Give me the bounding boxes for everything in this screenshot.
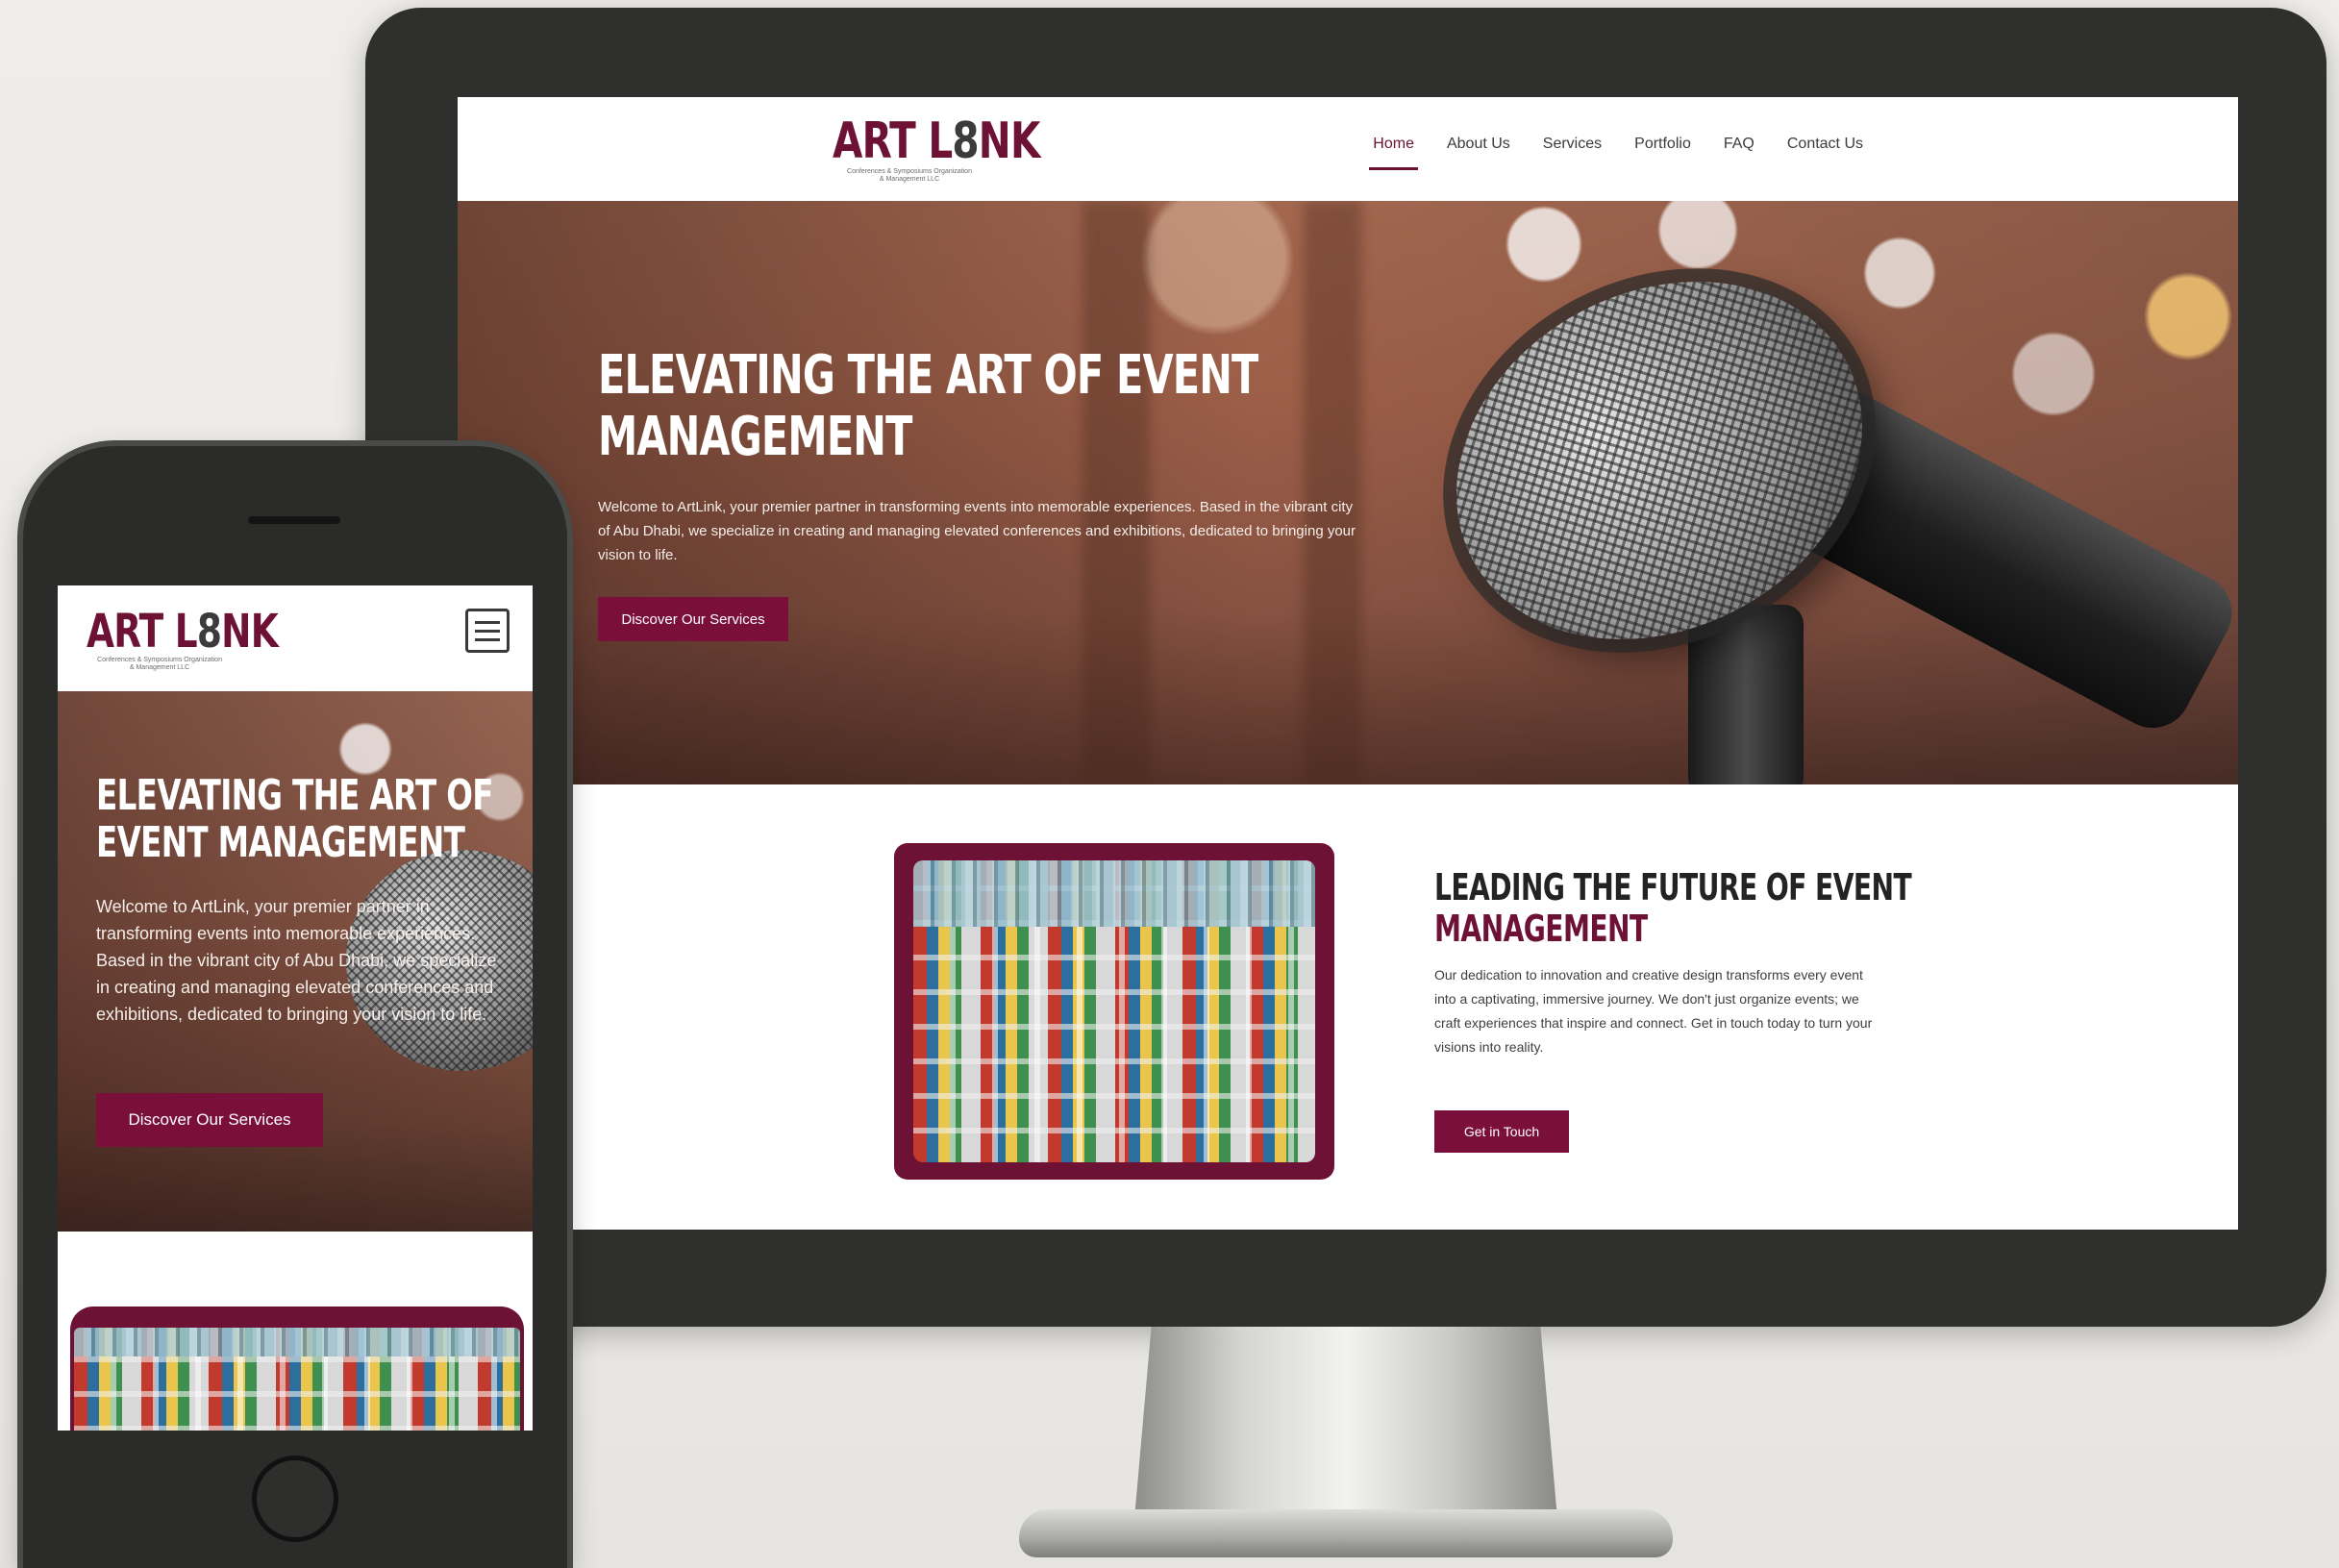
nav-item-services[interactable]: Services xyxy=(1543,136,1602,170)
mobile-hero-section: ELEVATING THE ART OF EVENT MANAGEMENT We… xyxy=(58,691,533,1232)
monitor-stand-base xyxy=(1019,1509,1673,1557)
desktop-header: ART L8NK Conferences & Symposiums Organi… xyxy=(458,97,2238,201)
section-title: LEADING THE FUTURE OF EVENT MANAGEMENT xyxy=(1434,866,1912,950)
mobile-logo[interactable]: ART L8NK Conferences & Symposiums Organi… xyxy=(87,605,279,672)
discover-services-button[interactable]: Discover Our Services xyxy=(598,597,788,641)
logo-tagline: Conferences & Symposiums Organization & … xyxy=(97,657,222,672)
get-in-touch-button[interactable]: Get in Touch xyxy=(1434,1110,1569,1153)
phone-speaker xyxy=(248,516,340,524)
exhibition-hall-image xyxy=(74,1328,520,1431)
nav-item-faq[interactable]: FAQ xyxy=(1724,136,1754,170)
mobile-discover-services-button[interactable]: Discover Our Services xyxy=(96,1093,323,1147)
nav-item-contact-us[interactable]: Contact Us xyxy=(1787,136,1863,170)
microphone-stand-image xyxy=(1688,605,1804,784)
phone-home-button xyxy=(252,1456,338,1542)
hero-title: ELEVATING THE ART OF EVENT MANAGEMENT xyxy=(598,344,1258,469)
mobile-exhibition-image-frame xyxy=(70,1307,524,1431)
hero-section: ELEVATING THE ART OF EVENT MANAGEMENT We… xyxy=(458,201,2238,784)
background-pillar xyxy=(1082,201,1150,784)
nav-item-home[interactable]: Home xyxy=(1369,136,1418,170)
mobile-hero-description: Welcome to ArtLink, your premier partner… xyxy=(96,897,497,1024)
nav-item-portfolio[interactable]: Portfolio xyxy=(1634,136,1691,170)
exhibition-image-frame xyxy=(894,843,1334,1180)
mobile-phone-frame: ART L8NK Conferences & Symposiums Organi… xyxy=(23,446,567,1568)
about-section: LEADING THE FUTURE OF EVENT MANAGEMENT O… xyxy=(458,784,2238,1230)
mobile-about-section xyxy=(58,1232,533,1431)
desktop-screen: ART L8NK Conferences & Symposiums Organi… xyxy=(458,97,2238,1230)
hamburger-menu-icon[interactable] xyxy=(465,609,510,653)
hero-description: Welcome to ArtLink, your premier partner… xyxy=(598,499,1356,563)
mobile-screen: ART L8NK Conferences & Symposiums Organi… xyxy=(58,585,533,1431)
mobile-header: ART L8NK Conferences & Symposiums Organi… xyxy=(58,585,533,691)
logo-wordmark: ART L8NK xyxy=(87,605,279,659)
monitor-stand-neck xyxy=(1134,1327,1557,1519)
microphone-head-image xyxy=(1393,212,1926,709)
logo[interactable]: ART L8NK Conferences & Symposiums Organi… xyxy=(833,112,1040,184)
nav-item-about-us[interactable]: About Us xyxy=(1447,136,1510,170)
mobile-hero-title: ELEVATING THE ART OF EVENT MANAGEMENT xyxy=(96,771,493,868)
logo-tagline: Conferences & Symposiums Organization & … xyxy=(847,168,972,184)
section-description: Our dedication to innovation and creativ… xyxy=(1434,967,1873,1055)
exhibition-hall-image xyxy=(913,860,1315,1162)
main-nav: Home About Us Services Portfolio FAQ Con… xyxy=(1369,136,1863,170)
logo-wordmark: ART L8NK xyxy=(833,112,1040,170)
background-pillar xyxy=(1304,201,1361,784)
